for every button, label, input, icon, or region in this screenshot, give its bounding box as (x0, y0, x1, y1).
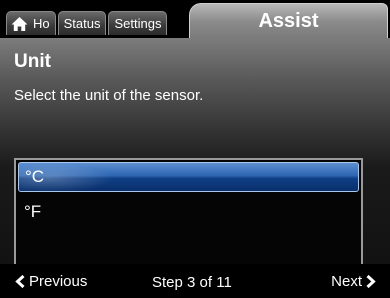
option-fahrenheit[interactable]: °F (18, 197, 359, 227)
tab-status[interactable]: Status (57, 11, 107, 35)
bottom-bar: Previous Step 3 of 11 Next (0, 264, 390, 298)
main-panel: Unit Select the unit of the sensor. °C °… (0, 38, 390, 264)
tab-home[interactable]: Ho (6, 11, 56, 35)
tab-status-label: Status (63, 16, 101, 31)
unit-option-list: °C °F (14, 158, 363, 264)
tab-settings-label: Settings (114, 16, 162, 31)
tab-assist-label: Assist (258, 9, 319, 32)
previous-button[interactable]: Previous (15, 273, 87, 290)
next-button[interactable]: Next (331, 273, 376, 290)
top-bar: Ho Status Settings Assist (0, 0, 390, 38)
option-celsius[interactable]: °C (18, 162, 359, 192)
chevron-right-icon (366, 275, 376, 288)
tab-assist[interactable]: Assist (189, 3, 388, 38)
page-title: Unit (14, 51, 51, 72)
chevron-left-icon (15, 275, 25, 288)
step-indicator: Step 3 of 11 (152, 274, 232, 291)
option-fahrenheit-label: °F (24, 202, 42, 221)
page-description: Select the unit of the sensor. (14, 87, 204, 104)
tab-settings[interactable]: Settings (108, 11, 168, 35)
previous-label: Previous (29, 273, 88, 290)
tab-home-label: Ho (33, 16, 50, 31)
option-celsius-label: °C (25, 167, 45, 186)
next-label: Next (331, 273, 362, 290)
tab-strip: Ho Status Settings (6, 11, 168, 35)
house-icon (11, 16, 28, 31)
assist-screen: Ho Status Settings Assist Unit Select th… (0, 0, 390, 298)
